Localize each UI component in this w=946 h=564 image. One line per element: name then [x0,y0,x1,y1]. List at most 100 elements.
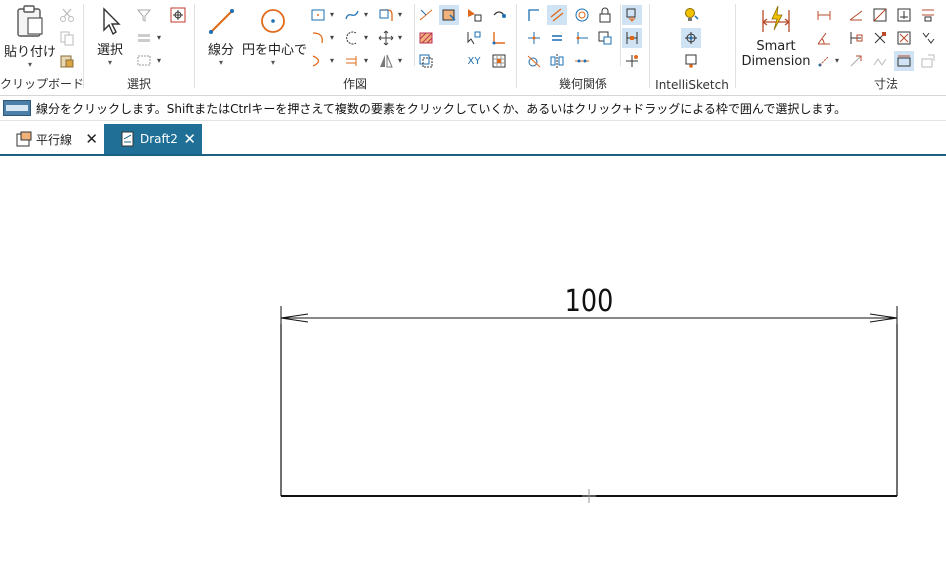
mirror-icon [380,54,393,68]
chevron-down-icon[interactable]: ▾ [364,10,368,19]
dimension-axis-button[interactable] [894,51,914,71]
ellipse-button[interactable] [342,28,362,48]
layer-select-button[interactable] [134,28,154,48]
select-point-button[interactable] [464,28,484,48]
lightbulb-icon [685,8,699,21]
arc-3pt-button[interactable] [308,51,328,71]
rectangle-button[interactable] [308,5,328,25]
dimension-style-button[interactable] [918,5,938,25]
chevron-down-icon[interactable]: ▾ [398,10,402,19]
curve-button[interactable] [342,5,362,25]
stack-dimension-button[interactable] [846,51,866,71]
symmetric-diameter-button[interactable] [870,5,890,25]
move-button[interactable] [376,28,396,48]
relation-assistant-button[interactable] [622,51,642,71]
offset-button[interactable] [416,51,436,71]
pointer-arrow-icon [103,7,121,36]
corner-button[interactable] [489,28,509,48]
break-dimension-button[interactable] [870,51,890,71]
offset-icon [419,54,433,68]
chevron-down-icon[interactable]: ▾ [398,56,402,65]
circle-center-button[interactable]: 円を中心で ▾ [242,6,307,67]
coordinate-dimension-button[interactable] [814,51,834,71]
attach-dimension-button[interactable] [846,28,866,48]
filter-button[interactable] [134,5,154,25]
copy-button[interactable] [57,28,77,48]
chevron-down-icon[interactable]: ▾ [330,10,334,19]
clipboard-group: 貼り付け ▾ クリップボード [0,0,84,95]
trim-button[interactable] [416,5,436,25]
dimension-group-button[interactable] [918,51,938,71]
equal-button[interactable] [547,28,567,48]
draw-group-label: 作図 [342,77,367,91]
xy-coordinate-button[interactable]: XY [464,51,484,71]
maintain-relations-button[interactable] [622,5,642,25]
pattern-icon [492,54,506,68]
collinear-button[interactable] [572,51,592,71]
select-button[interactable]: 選択 ▾ [90,6,130,67]
split-button[interactable] [489,5,509,25]
box-select-button[interactable] [134,51,154,71]
symmetric-button[interactable] [547,51,567,71]
separator [620,4,621,66]
dimension-value[interactable]: 100 [565,283,614,319]
pattern-button[interactable] [489,51,509,71]
close-icon[interactable]: ✕ [85,130,98,148]
close-icon[interactable]: ✕ [183,130,196,148]
perpendicular-button[interactable] [572,28,592,48]
chevron-down-icon: ▾ [27,60,32,69]
paste-button[interactable]: 貼り付け ▾ [4,4,56,69]
parallel-button[interactable] [547,5,567,25]
trim-extend-button[interactable] [342,51,362,71]
horizontal-vertical-button[interactable] [524,28,544,48]
midpoint-marker [582,489,596,503]
fillet-button[interactable] [376,5,396,25]
chevron-down-icon[interactable]: ▾ [330,33,334,42]
relation-handles-button[interactable] [622,28,642,48]
display-note-icon [685,54,697,68]
cut-button[interactable] [57,5,77,25]
smart-dimension-button[interactable]: Smart Dimension [740,4,812,69]
align-dimension-button[interactable] [918,28,938,48]
update-dimension-button[interactable] [894,28,914,48]
equal-icon [552,35,562,41]
tangent-button[interactable] [524,51,544,71]
intellisketch-options-button[interactable] [681,5,701,25]
connect-button[interactable] [524,5,544,25]
tab-draft2[interactable]: Draft2 ✕ [104,124,202,154]
paste-special-button[interactable] [57,51,77,71]
copy-attributes-button[interactable] [870,28,890,48]
line-button[interactable]: 線分 ▾ [202,6,240,67]
fill-select-button[interactable] [439,5,459,25]
angular-coordinate-button[interactable] [846,5,866,25]
mirror-button[interactable] [376,51,396,71]
scissors-icon [60,8,74,22]
chamfer-dimension-button[interactable] [894,5,914,25]
chevron-down-icon[interactable]: ▾ [364,33,368,42]
rigid-set-button[interactable] [595,28,615,48]
lock-button[interactable] [595,5,615,25]
chevron-down-icon[interactable]: ▾ [330,56,334,65]
chevron-down-icon[interactable]: ▾ [157,33,161,42]
concentric-button[interactable] [572,5,592,25]
distance-between-button[interactable] [814,5,834,25]
arc-button[interactable] [308,28,328,48]
chevron-down-icon[interactable]: ▾ [157,56,161,65]
draft-document-icon [121,131,134,147]
split-icon [493,11,506,18]
fillet-icon [379,9,393,21]
tab-parallel-lines[interactable]: 平行線 ✕ [0,124,104,154]
quick-pick-button[interactable] [168,5,188,25]
drawing-svg[interactable]: 100 [0,156,946,561]
hatch-button[interactable] [416,28,436,48]
chevron-down-icon[interactable]: ▾ [835,56,839,65]
drawing-canvas[interactable]: 100 [0,156,946,561]
smart-dimension-label-2: Dimension [741,54,811,69]
intellisketch-display-button[interactable] [681,51,701,71]
point-arrow-button[interactable] [464,5,484,25]
intellisketch-snap-button[interactable] [681,28,701,48]
angle-between-button[interactable] [814,28,834,48]
ellipse-icon [346,31,357,45]
chevron-down-icon[interactable]: ▾ [398,33,402,42]
chevron-down-icon[interactable]: ▾ [364,56,368,65]
